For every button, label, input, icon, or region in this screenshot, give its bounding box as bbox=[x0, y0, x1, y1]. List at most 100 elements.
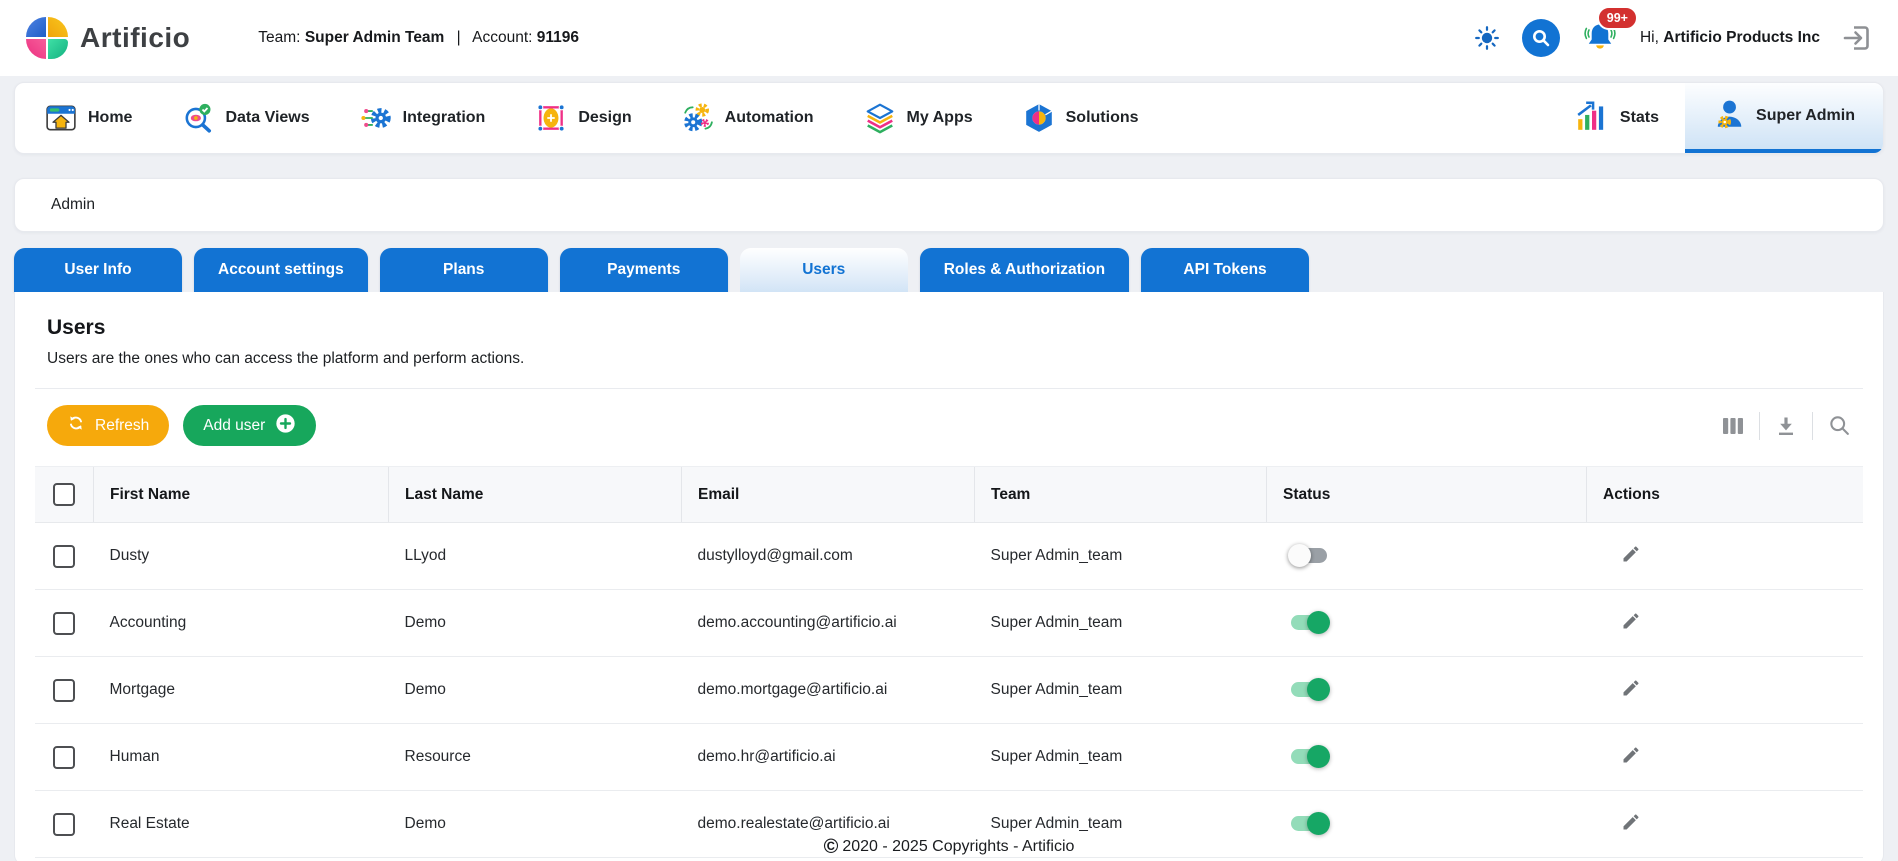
nav-item-integration[interactable]: Integration bbox=[360, 102, 485, 134]
nav-item-data-views[interactable]: Data Views bbox=[182, 102, 310, 134]
col-header-team: Team bbox=[974, 466, 1267, 523]
add-user-button[interactable]: Add user bbox=[183, 405, 317, 446]
nav-item-design[interactable]: Design bbox=[535, 102, 632, 134]
nav-item-label: Solutions bbox=[1065, 109, 1139, 126]
top-header: Artificio Team: Super Admin Team | Accou… bbox=[0, 0, 1898, 76]
download-icon[interactable] bbox=[1775, 415, 1797, 437]
tab-user-info[interactable]: User Info bbox=[14, 248, 182, 292]
status-toggle[interactable] bbox=[1290, 611, 1330, 635]
tab-label: Account settings bbox=[218, 261, 344, 278]
table-header-row: First Name Last Name Email Team Status A… bbox=[35, 466, 1863, 523]
tab-label: Plans bbox=[443, 261, 485, 278]
team-account-info: Team: Super Admin Team | Account: 91196 bbox=[258, 29, 579, 47]
main-navigation: Home Data Views Integration Design Autom… bbox=[14, 82, 1884, 154]
edit-pencil-icon[interactable] bbox=[1621, 611, 1641, 631]
page-subtitle: Users are the ones who can access the pl… bbox=[47, 350, 525, 367]
copyright-icon: © bbox=[823, 836, 839, 858]
refresh-icon bbox=[67, 414, 85, 437]
add-user-button-label: Add user bbox=[203, 416, 266, 434]
tab-plans[interactable]: Plans bbox=[379, 248, 548, 292]
tab-payments[interactable]: Payments bbox=[559, 248, 728, 292]
cell-last-name: Demo bbox=[388, 589, 682, 657]
edit-pencil-icon[interactable] bbox=[1621, 745, 1641, 765]
nav-item-label: Data Views bbox=[225, 109, 310, 126]
edit-pencil-icon[interactable] bbox=[1621, 812, 1641, 832]
breadcrumb-bar: Admin bbox=[14, 178, 1884, 232]
cell-first-name: Dusty bbox=[93, 522, 389, 590]
select-all-checkbox[interactable] bbox=[53, 483, 75, 506]
design-icon bbox=[535, 102, 567, 134]
solutions-icon bbox=[1023, 102, 1055, 134]
theme-sun-icon[interactable] bbox=[1474, 25, 1500, 51]
row-checkbox[interactable] bbox=[53, 745, 76, 769]
data-views-icon bbox=[182, 102, 214, 134]
table-search-icon[interactable] bbox=[1828, 414, 1851, 437]
col-header-last-name: Last Name bbox=[388, 466, 682, 523]
row-checkbox[interactable] bbox=[53, 678, 76, 702]
copyright-text: 2020 - 2025 Copyrights - Artificio bbox=[842, 838, 1075, 855]
nav-right: Stats Super Admin bbox=[1549, 83, 1883, 153]
table-row: Accounting Demo demo.accounting@artifici… bbox=[35, 589, 1863, 657]
cell-last-name: Demo bbox=[388, 656, 682, 724]
team-value: Super Admin Team bbox=[304, 29, 445, 46]
automation-icon bbox=[682, 102, 714, 134]
nav-item-home[interactable]: Home bbox=[45, 102, 132, 134]
nav-item-solutions[interactable]: Solutions bbox=[1023, 102, 1139, 134]
search-icon[interactable] bbox=[1521, 19, 1560, 57]
row-checkbox[interactable] bbox=[53, 544, 76, 568]
status-toggle[interactable] bbox=[1287, 544, 1327, 568]
tab-users[interactable]: Users bbox=[739, 248, 908, 292]
nav-item-super-admin[interactable]: Super Admin bbox=[1685, 83, 1883, 153]
tab-account-settings[interactable]: Account settings bbox=[194, 248, 368, 292]
stats-icon bbox=[1575, 100, 1609, 137]
users-panel: Users Users are the ones who can access … bbox=[14, 292, 1884, 861]
refresh-button[interactable]: Refresh bbox=[47, 405, 170, 446]
refresh-button-label: Refresh bbox=[95, 416, 150, 434]
super-admin-icon bbox=[1713, 98, 1745, 135]
admin-tabs: User Info Account settings Plans Payment… bbox=[14, 248, 1884, 292]
cell-last-name: LLyod bbox=[388, 522, 682, 590]
tool-separator bbox=[1759, 411, 1760, 440]
team-label: Team: bbox=[258, 29, 301, 46]
status-toggle[interactable] bbox=[1290, 678, 1330, 702]
table-tools bbox=[1722, 411, 1851, 440]
tab-roles-authorization[interactable]: Roles & Authorization bbox=[919, 248, 1130, 292]
logout-icon[interactable] bbox=[1842, 23, 1872, 53]
account-label: Account: bbox=[472, 29, 533, 46]
app-logo-text: Artificio bbox=[80, 22, 191, 53]
cell-last-name: Resource bbox=[388, 723, 682, 791]
copyright-footer: © 2020 - 2025 Copyrights - Artificio bbox=[0, 836, 1898, 859]
plus-icon bbox=[275, 413, 296, 439]
cell-email: dustylloyd@gmail.com bbox=[681, 522, 975, 590]
edit-pencil-icon[interactable] bbox=[1621, 544, 1641, 564]
nav-item-label: Automation bbox=[724, 109, 814, 126]
nav-item-label: Design bbox=[578, 109, 632, 126]
cell-first-name: Human bbox=[93, 723, 389, 791]
account-value: 91196 bbox=[536, 29, 580, 46]
nav-item-my-apps[interactable]: My Apps bbox=[864, 102, 973, 134]
status-toggle[interactable] bbox=[1290, 745, 1330, 769]
table-row: Human Resource demo.hr@artificio.ai Supe… bbox=[35, 723, 1863, 791]
nav-item-automation[interactable]: Automation bbox=[682, 102, 814, 134]
nav-item-label: Home bbox=[88, 109, 133, 126]
my-apps-icon bbox=[864, 102, 896, 134]
tab-api-tokens[interactable]: API Tokens bbox=[1141, 248, 1310, 292]
notifications-bell-icon[interactable]: 99+ bbox=[1582, 5, 1638, 59]
col-header-status: Status bbox=[1266, 466, 1587, 523]
page-title: Users bbox=[47, 316, 106, 339]
notification-badge: 99+ bbox=[1596, 5, 1638, 30]
edit-pencil-icon[interactable] bbox=[1621, 678, 1641, 698]
cell-email: demo.accounting@artificio.ai bbox=[681, 589, 975, 657]
app-logo[interactable]: Artificio bbox=[26, 17, 190, 59]
nav-item-stats[interactable]: Stats bbox=[1549, 83, 1685, 153]
columns-icon[interactable] bbox=[1722, 416, 1744, 436]
artificio-logo-icon bbox=[26, 17, 68, 59]
home-icon bbox=[45, 102, 77, 134]
greeting-name: Artificio Products Inc bbox=[1663, 29, 1820, 46]
integration-icon bbox=[360, 102, 392, 134]
nav-items: Home Data Views Integration Design Autom… bbox=[15, 83, 1169, 153]
row-checkbox[interactable] bbox=[53, 611, 76, 635]
status-toggle[interactable] bbox=[1290, 812, 1330, 836]
row-checkbox[interactable] bbox=[53, 812, 76, 836]
tab-label: Users bbox=[802, 261, 846, 278]
